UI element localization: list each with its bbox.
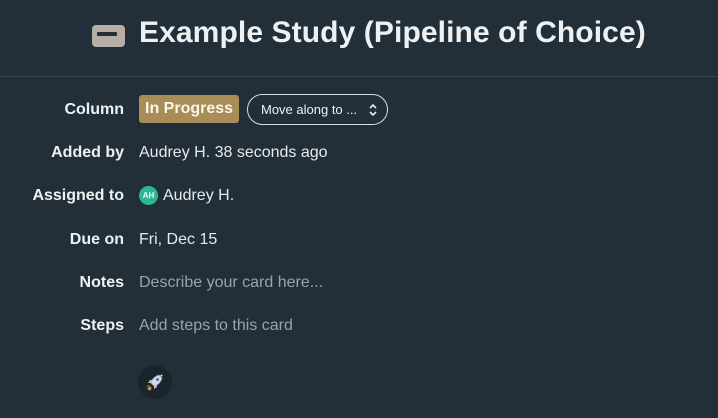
assigned-to-row: Assigned to AH Audrey H. [0,180,718,210]
added-by-value: Audrey H. 38 seconds ago [139,144,328,161]
card-icon [92,25,125,47]
notes-field[interactable]: Describe your card here... [139,274,323,292]
move-along-select[interactable]: Move along to ... [247,94,388,125]
up-down-chevron-icon [369,103,377,117]
due-on-row: Due on Fri, Dec 15 [0,224,718,254]
avatar[interactable]: AH [139,186,158,205]
move-along-select-label: Move along to ... [261,102,358,117]
column-status-badge: In Progress [139,95,240,123]
assigned-to-label: Assigned to [32,187,124,204]
steps-field[interactable]: Add steps to this card [139,317,293,335]
assignee-name[interactable]: Audrey H. [163,187,234,205]
rocket-icon [146,374,163,391]
rocket-button[interactable] [138,365,172,399]
due-on-label: Due on [69,231,124,248]
due-date-value[interactable]: Fri, Dec 15 [139,231,217,249]
added-by-label: Added by [51,144,124,161]
added-by-row: Added by Audrey H. 38 seconds ago [0,137,718,167]
card-title[interactable]: Example Study (Pipeline of Choice) [139,16,646,50]
column-row: Column In Progress Move along to ... [0,94,718,125]
notes-label: Notes [79,274,124,291]
column-label: Column [64,101,124,118]
steps-row: Steps Add steps to this card [0,310,718,340]
card-header: Example Study (Pipeline of Choice) [0,0,718,77]
notes-row: Notes Describe your card here... [0,267,718,297]
steps-label: Steps [80,317,124,334]
